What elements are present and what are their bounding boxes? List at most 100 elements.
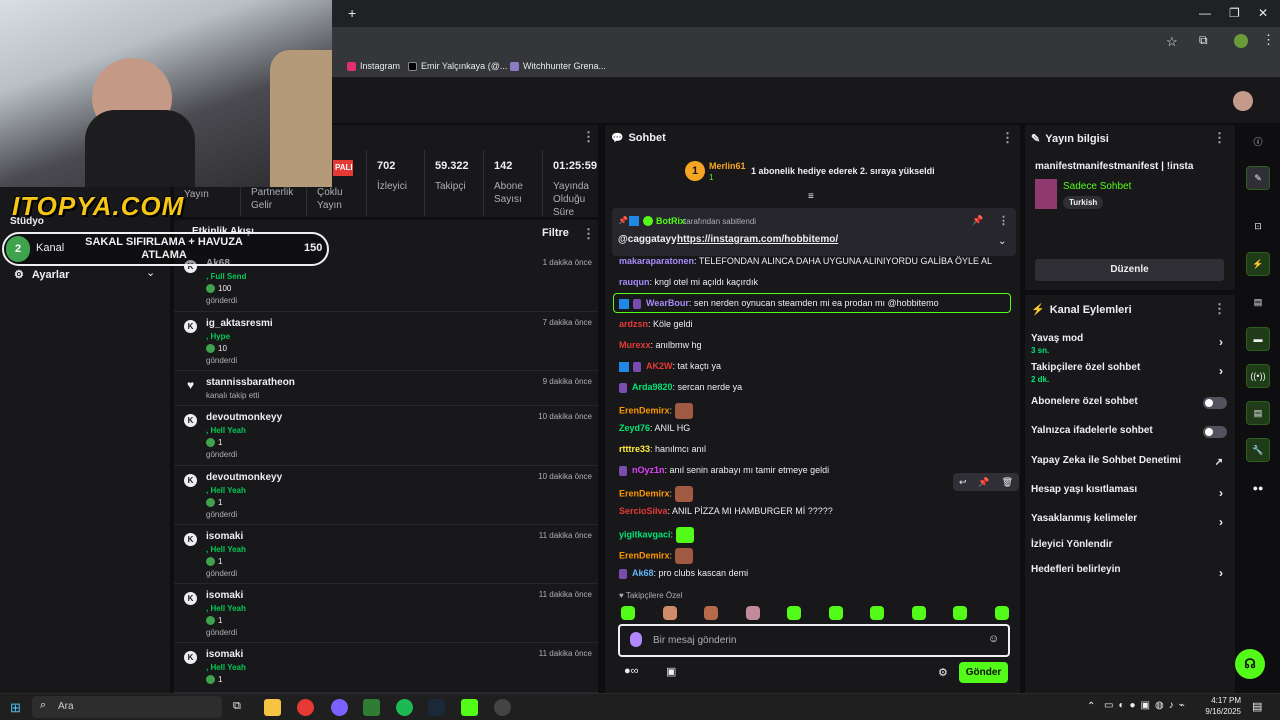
emote-icon[interactable] xyxy=(662,606,677,620)
pencil-icon[interactable]: ✎ xyxy=(1246,166,1270,190)
chat-username[interactable]: Zeyd76 xyxy=(619,423,650,433)
sidebar-item-kanal[interactable]: Kanal xyxy=(36,242,64,254)
emote-icon[interactable] xyxy=(994,606,1009,620)
reply-icon[interactable]: ↩ xyxy=(959,477,967,488)
microphone-icon[interactable] xyxy=(630,632,642,647)
info-icon[interactable]: ⓘ xyxy=(1246,129,1270,153)
chat-users-icon[interactable]: ●∞ xyxy=(624,665,639,677)
chat-username[interactable]: makaraparatonen xyxy=(619,256,694,266)
chat-username[interactable]: ErenDemirx xyxy=(619,488,670,498)
channel-action-9[interactable]: Hedefleri belirleyin › xyxy=(1031,564,1227,580)
chat-menu-icon[interactable]: ⋮ xyxy=(1001,130,1014,146)
notifications-icon[interactable]: ▤ xyxy=(1252,700,1262,713)
spotify-icon[interactable] xyxy=(396,699,413,716)
activity-user[interactable]: devoutmonkeyy xyxy=(206,412,282,423)
sidebar-item-ayarlar[interactable]: ⚙ Ayarlar xyxy=(14,268,69,282)
unpin-icon[interactable]: 📌 xyxy=(972,215,983,226)
edit-button[interactable]: Düzenle xyxy=(1035,259,1224,281)
gift-user[interactable]: Merlin61 xyxy=(709,161,746,171)
pinned-by-user[interactable]: BotRix xyxy=(656,216,685,226)
user-avatar[interactable] xyxy=(1233,91,1253,111)
channel-action-3[interactable]: Abonelere özel sohbet xyxy=(1031,396,1227,412)
chat-username[interactable]: ErenDemirx xyxy=(619,550,670,560)
stream-info-menu-icon[interactable]: ⋮ xyxy=(1213,130,1226,146)
chevron-down-icon[interactable]: ⌄ xyxy=(146,266,155,279)
xbox-icon[interactable] xyxy=(363,699,380,716)
users-icon[interactable]: ●● xyxy=(1246,476,1270,500)
activity-user[interactable]: isomaki xyxy=(206,590,243,601)
chat-username[interactable]: Arda9820 xyxy=(632,382,673,392)
tray-chevron-icon[interactable]: ⌃ xyxy=(1087,701,1095,712)
channel-action-8[interactable]: İzleyici Yönlendir xyxy=(1031,539,1227,555)
chat-username[interactable]: Ak68 xyxy=(632,568,654,578)
emoji-icon[interactable]: ☺ xyxy=(988,633,999,645)
extensions-icon[interactable]: ⧉ xyxy=(1199,33,1208,48)
chat-input[interactable]: Bir mesaj gönderin xyxy=(653,635,736,646)
pin-message-icon[interactable]: 📌 xyxy=(978,477,989,488)
store-icon[interactable]: ▣ xyxy=(666,665,676,678)
chat-username[interactable]: yigitkavgaci xyxy=(619,529,671,539)
menu-dots-icon[interactable]: ⋮ xyxy=(1262,32,1275,48)
restore-icon[interactable]: ❐ xyxy=(1229,6,1240,20)
toggle-switch[interactable] xyxy=(1203,397,1227,409)
channel-action-4[interactable]: Yalnızca ifadelerle sohbet xyxy=(1031,425,1227,441)
stats-menu-icon[interactable]: ⋮ xyxy=(582,129,595,145)
help-button[interactable]: ☊ xyxy=(1235,649,1265,679)
emote-icon[interactable] xyxy=(745,606,760,620)
channel-action-2[interactable]: Takipçilere özel sohbet 2 dk. › xyxy=(1031,362,1227,388)
chat-username[interactable]: SercioSilva xyxy=(619,506,668,516)
emote-icon[interactable] xyxy=(870,606,884,620)
emote-icon[interactable] xyxy=(704,606,718,620)
toggle-switch[interactable] xyxy=(1203,426,1227,438)
obs-icon[interactable] xyxy=(494,699,511,716)
profile-avatar[interactable] xyxy=(1234,34,1248,48)
activity-user[interactable]: ig_aktasresmi xyxy=(206,318,273,329)
emote-icon[interactable] xyxy=(621,606,635,620)
steam-icon[interactable] xyxy=(428,699,445,716)
emote-icon[interactable] xyxy=(911,606,926,620)
filter-button[interactable]: Filtre xyxy=(542,227,569,239)
chat-username[interactable]: rtttre33 xyxy=(619,444,650,454)
channel-action-5[interactable]: Yapay Zeka ile Sohbet Denetimi ↗ xyxy=(1031,455,1227,471)
chat-username[interactable]: ErenDemirx xyxy=(619,405,670,415)
activity-user[interactable]: isomaki xyxy=(206,531,243,542)
bookmark-witchhunter[interactable]: Witchhunter Grena... xyxy=(510,61,606,71)
send-button[interactable]: Gönder xyxy=(959,662,1008,683)
emote-icon[interactable] xyxy=(787,606,801,620)
chat-username[interactable]: ardzsn xyxy=(619,319,648,329)
activity-user[interactable]: isomaki xyxy=(206,649,243,660)
app-icon[interactable] xyxy=(331,699,348,716)
notes-icon[interactable]: ▤ xyxy=(1246,290,1270,314)
activity-user[interactable]: stannissbaratheon xyxy=(206,377,295,388)
new-tab-button[interactable]: + xyxy=(348,5,356,21)
chat-username[interactable]: WearBour xyxy=(646,298,689,308)
emote-icon[interactable] xyxy=(828,606,843,620)
file-explorer-icon[interactable] xyxy=(264,699,281,716)
category-name[interactable]: Sadece Sohbet xyxy=(1063,181,1131,192)
chrome-icon[interactable] xyxy=(297,699,314,716)
scroll-to-top-icon[interactable]: ≡ xyxy=(808,191,814,202)
windows-start-icon[interactable]: ⊞ xyxy=(10,700,21,716)
screenshot-icon[interactable]: ⊡ xyxy=(1246,214,1270,238)
bookmark-x[interactable]: Emir Yalçınkaya (@... xyxy=(408,61,507,71)
channel-action-7[interactable]: Yasaklanmış kelimeler › xyxy=(1031,513,1227,529)
lightning-icon[interactable]: ⚡ xyxy=(1246,252,1270,276)
broadcast-icon[interactable]: ((•)) xyxy=(1246,364,1270,388)
chat-bubble-icon[interactable]: ▬ xyxy=(1246,327,1270,351)
channel-actions-menu-icon[interactable]: ⋮ xyxy=(1213,301,1226,317)
chat-settings-icon[interactable]: ⚙ xyxy=(938,666,948,679)
kick-icon[interactable] xyxy=(461,699,478,716)
emote-icon[interactable] xyxy=(953,606,967,620)
tray-icons[interactable]: ▭◐●▣◍♪⌁ xyxy=(1104,700,1190,711)
delete-icon[interactable]: 🗑 xyxy=(1002,477,1013,488)
chat-username[interactable]: nOyz1n xyxy=(632,465,665,475)
chat-username[interactable]: Murexx xyxy=(619,340,651,350)
layout-icon[interactable]: ▤ xyxy=(1246,401,1270,425)
task-view-icon[interactable]: ⧉ xyxy=(233,700,241,713)
channel-action-1[interactable]: Yavaş mod 3 sn. › xyxy=(1031,333,1227,359)
pinned-link[interactable]: https://instagram.com/hobbitemo/ xyxy=(677,234,838,245)
bookmark-instagram[interactable]: Instagram xyxy=(347,61,400,71)
chat-username[interactable]: rauqun xyxy=(619,277,650,287)
wrench-icon[interactable]: 🔧 xyxy=(1246,438,1270,462)
chat-username[interactable]: AK2W xyxy=(646,361,673,371)
